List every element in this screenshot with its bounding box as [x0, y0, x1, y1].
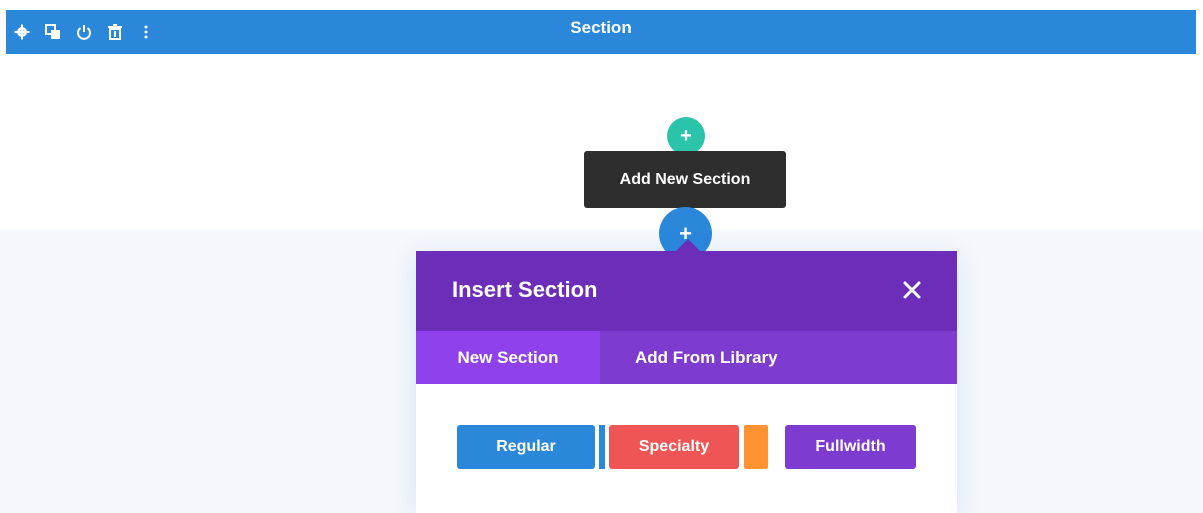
modal-title: Insert Section — [452, 277, 598, 302]
section-title: Section — [570, 18, 632, 37]
fullwidth-section-label: Fullwidth — [815, 438, 886, 455]
modal-tabs: New Section Add From Library — [416, 331, 957, 384]
specialty-section-button[interactable]: Specialty — [609, 425, 768, 469]
regular-section-button[interactable]: Regular — [457, 425, 605, 469]
add-new-section-tooltip: Add New Section — [584, 151, 786, 216]
fullwidth-section-button[interactable]: Fullwidth — [785, 425, 916, 469]
close-icon[interactable] — [899, 277, 925, 303]
tab-add-from-library[interactable]: Add From Library — [635, 331, 835, 384]
regular-section-label: Regular — [496, 438, 556, 455]
specialty-sidebar-preview — [744, 425, 768, 469]
regular-column-preview — [599, 425, 605, 469]
tab-new-section[interactable]: New Section — [416, 331, 600, 384]
insert-section-modal: Insert Section New Section Add From Libr… — [416, 239, 957, 513]
modal-header: Insert Section — [416, 251, 957, 331]
specialty-section-label: Specialty — [638, 438, 710, 455]
add-row-button[interactable]: + — [667, 117, 705, 155]
section-toolbar: Section — [6, 10, 1196, 54]
